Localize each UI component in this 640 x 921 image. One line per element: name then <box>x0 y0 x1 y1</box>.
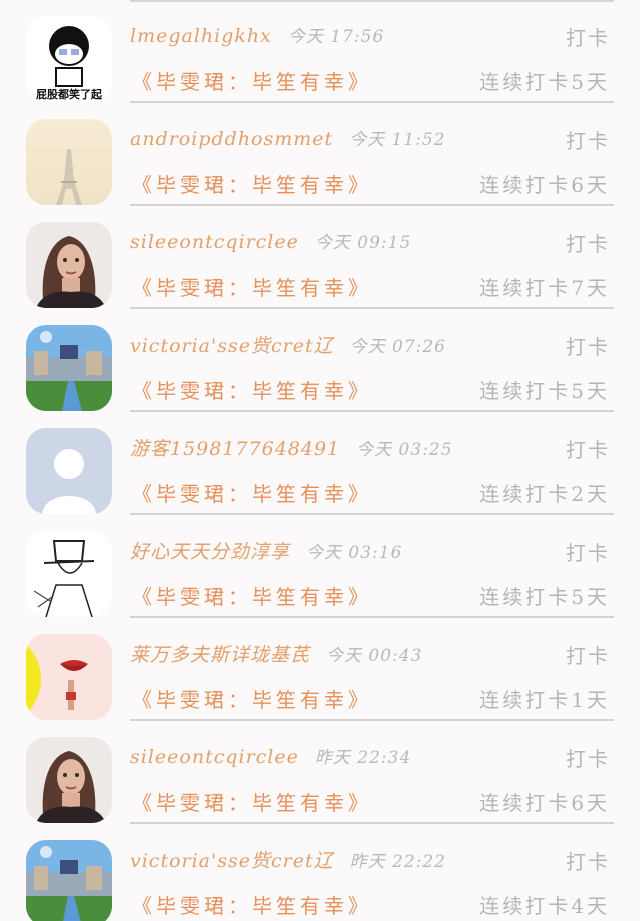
book-title[interactable]: 《毕雯珺：毕笙有幸》 <box>132 890 372 919</box>
streak-count: 连续打卡5天 <box>479 70 610 94</box>
book-title[interactable]: 《毕雯珺：毕笙有幸》 <box>132 581 372 610</box>
avatar[interactable] <box>26 428 112 514</box>
username[interactable]: victoria'sse赀cret辽 今天 07:26 <box>130 331 446 358</box>
timestamp: 今天 17:56 <box>287 27 385 47</box>
list-item[interactable]: victoria'sse赀cret辽 今天 07:26 打卡《毕雯珺：毕笙有幸》 连续… <box>0 309 640 412</box>
book-title[interactable]: 《毕雯珺：毕笙有幸》 <box>132 684 372 713</box>
username[interactable]: 好心天天分劲淳享 今天 03:16 <box>130 537 402 564</box>
avatar[interactable] <box>26 325 112 411</box>
username[interactable]: sileeontcqirclee 今天 09:15 <box>130 228 411 253</box>
checkin-button[interactable]: 打卡 <box>566 537 610 566</box>
streak-count: 连续打卡5天 <box>479 585 610 609</box>
avatar[interactable] <box>26 634 112 720</box>
username[interactable]: sileeontcqirclee 昨天 22:34 <box>130 743 411 768</box>
timestamp: 今天 11:52 <box>349 130 446 150</box>
avatar[interactable] <box>26 222 112 308</box>
streak-count: 连续打卡1天 <box>479 688 610 712</box>
username-text[interactable]: lmegalhigkhx <box>130 25 272 47</box>
checkin-feed: 屁股都笑了起 lmegalhigkhx 今天 17:56 打卡 《毕雯珺：毕笙有幸》 连续… <box>0 0 640 921</box>
list-item[interactable]: 好心天天分劲淳享 今天 03:16 打卡《毕雯珺：毕笙有幸》 连续打卡5天 <box>0 515 640 618</box>
streak-count: 连续打卡6天 <box>479 791 610 815</box>
checkin-button[interactable]: 打卡 <box>566 743 610 772</box>
streak-count: 连续打卡7天 <box>479 276 610 300</box>
username[interactable]: victoria'sse赀cret辽 昨天 22:22 <box>130 846 446 873</box>
book-title[interactable]: 《毕雯珺：毕笙有幸》 <box>132 375 372 404</box>
streak-count: 连续打卡2天 <box>479 482 610 506</box>
avatar[interactable] <box>26 119 112 205</box>
list-item[interactable]: sileeontcqirclee 今天 09:15 打卡《毕雯珺：毕笙有幸》 连续打卡… <box>0 206 640 309</box>
username-text[interactable]: victoria'sse赀cret辽 <box>130 850 334 872</box>
checkin-button[interactable]: 打卡 <box>566 228 610 257</box>
streak-count: 连续打卡4天 <box>479 894 610 918</box>
checkin-button[interactable]: 打卡 <box>566 846 610 875</box>
checkin-button[interactable]: 打卡 <box>566 125 610 154</box>
book-title[interactable]: 《毕雯珺：毕笙有幸》 <box>132 478 372 507</box>
avatar[interactable]: 屁股都笑了起 <box>26 16 112 102</box>
list-item[interactable]: 莱万多夫斯详珑基芪 今天 00:43 打卡《毕雯珺：毕笙有幸》 连续打卡1天 <box>0 618 640 721</box>
list-item[interactable]: 游客1598177648491 今天 03:25 打卡《毕雯珺：毕笙有幸》 连续打卡2… <box>0 412 640 515</box>
timestamp: 今天 09:15 <box>314 233 412 253</box>
username[interactable]: androipddhosmmet 今天 11:52 <box>130 125 446 150</box>
book-title[interactable]: 《毕雯珺：毕笙有幸》 <box>132 169 372 198</box>
list-item[interactable]: victoria'sse赀cret辽 昨天 22:22 打卡《毕雯珺：毕笙有幸》 连续… <box>0 824 640 921</box>
username[interactable]: 游客1598177648491 今天 03:25 <box>130 434 453 461</box>
avatar-caption: 屁股都笑了起 <box>36 87 103 101</box>
username[interactable]: 莱万多夫斯详珑基芪 今天 00:43 <box>130 640 422 667</box>
username-text[interactable]: victoria'sse赀cret辽 <box>130 335 334 357</box>
book-title[interactable]: 《毕雯珺：毕笙有幸》 <box>132 272 372 301</box>
checkin-button[interactable]: 打卡 <box>566 331 610 360</box>
username-text[interactable]: 游客1598177648491 <box>130 438 340 460</box>
list-item[interactable]: sileeontcqirclee 昨天 22:34 打卡《毕雯珺：毕笙有幸》 连续打卡… <box>0 721 640 824</box>
timestamp: 今天 00:43 <box>326 646 423 666</box>
username-text[interactable]: sileeontcqirclee <box>130 746 299 768</box>
timestamp: 昨天 22:34 <box>314 748 412 768</box>
timestamp: 今天 03:25 <box>356 440 453 460</box>
timestamp: 昨天 22:22 <box>349 852 446 872</box>
streak-count: 连续打卡6天 <box>479 173 610 197</box>
streak-count: 连续打卡5天 <box>479 379 610 403</box>
username-text[interactable]: 好心天天分劲淳享 <box>130 541 290 563</box>
username-text[interactable]: androipddhosmmet <box>130 128 333 150</box>
username-text[interactable]: sileeontcqirclee <box>130 231 299 253</box>
checkin-button[interactable]: 打卡 <box>566 640 610 669</box>
avatar[interactable] <box>26 737 112 823</box>
username-text[interactable]: 莱万多夫斯详珑基芪 <box>130 644 310 666</box>
list-item[interactable]: 屁股都笑了起 lmegalhigkhx 今天 17:56 打卡《毕雯珺：毕笙有幸》 连续… <box>0 0 640 103</box>
list-item[interactable]: androipddhosmmet 今天 11:52 打卡《毕雯珺：毕笙有幸》 连续打卡… <box>0 103 640 206</box>
avatar[interactable] <box>26 531 112 617</box>
book-title[interactable]: 《毕雯珺：毕笙有幸》 <box>132 787 372 816</box>
avatar[interactable] <box>26 840 112 921</box>
checkin-button[interactable]: 打卡 <box>566 22 610 51</box>
checkin-button[interactable]: 打卡 <box>566 434 610 463</box>
timestamp: 今天 03:16 <box>306 543 403 563</box>
book-title[interactable]: 《毕雯珺：毕笙有幸》 <box>132 66 372 95</box>
username[interactable]: lmegalhigkhx 今天 17:56 <box>130 22 384 47</box>
timestamp: 今天 07:26 <box>349 337 446 357</box>
